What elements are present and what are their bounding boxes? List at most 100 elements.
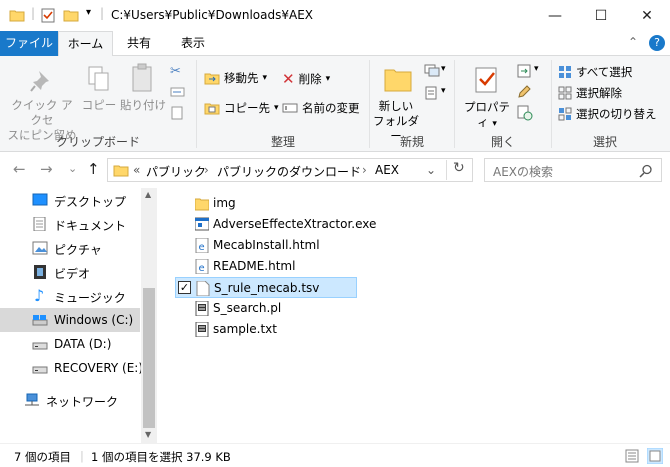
file-name: img	[213, 196, 236, 210]
delete-label: 削除	[298, 72, 322, 86]
drive-icon	[32, 342, 48, 350]
recent-locations-button[interactable]: ⌄	[68, 162, 77, 175]
copy-to-button[interactable]: コピー先 ▾	[204, 100, 279, 116]
scrollbar-thumb[interactable]	[143, 288, 155, 428]
properties-button[interactable]: プロパティ ▾	[459, 100, 515, 132]
easy-access-icon[interactable]	[424, 86, 440, 100]
rename-button[interactable]: 名前の変更	[282, 100, 360, 116]
history-icon[interactable]	[517, 105, 533, 121]
file-name: S_rule_mecab.tsv	[214, 281, 320, 295]
copy-to-label: コピー先	[224, 101, 270, 115]
navigation-bar: ← → ⌄ ↑ « パブリック › パブリックのダウンロード › AEX ⌄ ↻…	[0, 152, 670, 188]
copy-to-icon	[204, 103, 220, 115]
nav-item-desktop[interactable]: デスクトップ	[0, 188, 140, 212]
status-divider: |	[80, 449, 84, 463]
help-icon[interactable]: ?	[649, 35, 665, 51]
breadcrumb-aex[interactable]: AEX	[375, 163, 399, 177]
application-icon	[195, 217, 209, 231]
nav-item-pictures[interactable]: ピクチャ	[0, 236, 140, 260]
address-history-chevron-icon[interactable]: ⌄	[426, 163, 436, 177]
nav-pane-scrollbar[interactable]: ▲ ▼	[141, 188, 157, 443]
music-icon: ♪	[34, 286, 45, 305]
rename-icon	[282, 103, 298, 113]
copy-path-icon[interactable]	[170, 86, 186, 98]
list-item-img[interactable]: img	[175, 193, 357, 214]
new-item-icon[interactable]	[424, 64, 440, 78]
nav-item-windows-c[interactable]: Windows (C:)	[0, 308, 140, 332]
list-item-s-search-pl[interactable]: S_search.pl	[175, 298, 357, 319]
breadcrumb-separator[interactable]: ›	[204, 163, 209, 177]
open-icon[interactable]	[517, 64, 533, 78]
search-box[interactable]: AEXの検索	[484, 158, 662, 182]
back-button[interactable]: ←	[13, 160, 26, 178]
list-item-mecabinstall-html[interactable]: e MecabInstall.html	[175, 235, 357, 256]
breadcrumb-overflow[interactable]: «	[133, 163, 140, 177]
dropdown-arrow-icon[interactable]: ▾	[441, 86, 446, 96]
details-view-icon[interactable]	[625, 449, 639, 463]
dropdown-arrow-icon[interactable]: ▾	[534, 64, 539, 74]
breadcrumb-public[interactable]: パブリック	[146, 163, 206, 180]
list-item-sample-txt[interactable]: sample.txt	[175, 319, 357, 340]
group-label-new: 新規	[399, 135, 424, 149]
dropdown-arrow-icon: ▾	[492, 119, 497, 129]
refresh-button[interactable]: ↻	[446, 160, 465, 180]
group-label-clipboard: クリップボード	[55, 135, 140, 149]
search-input[interactable]: AEXの検索	[493, 163, 553, 180]
maximize-button[interactable]: ☐	[578, 0, 624, 31]
tab-share[interactable]: 共有	[116, 31, 162, 56]
address-bar[interactable]: « パブリック › パブリックのダウンロード › AEX ⌄ ↻	[107, 158, 473, 182]
item-checkbox[interactable]: ✓	[178, 281, 191, 294]
nav-item-label: ドキュメント	[54, 219, 127, 233]
status-bar: 7 個の項目 | 1 個の項目を選択 37.9 KB	[0, 443, 670, 467]
delete-button[interactable]: ✕ 削除 ▾	[282, 70, 330, 88]
nav-item-documents[interactable]: ドキュメント	[0, 212, 140, 236]
svg-text:e: e	[199, 242, 205, 253]
minimize-button[interactable]: —	[532, 0, 578, 31]
edit-icon[interactable]	[517, 85, 531, 99]
nav-item-data-d[interactable]: DATA (D:)	[0, 332, 140, 356]
pin-label-line1: クイック アクセ	[11, 98, 73, 127]
list-item-s-rule-mecab-tsv[interactable]: ✓ S_rule_mecab.tsv	[175, 277, 357, 298]
list-item-exe[interactable]: AdverseEffecteXtractor.exe	[175, 214, 376, 235]
paste-shortcut-icon[interactable]	[170, 106, 184, 120]
collapse-ribbon-icon[interactable]: ⌃	[628, 35, 638, 49]
properties-icon	[475, 67, 497, 93]
delete-icon: ✕	[282, 70, 295, 88]
rename-label: 名前の変更	[302, 101, 360, 115]
scroll-up-arrow-icon[interactable]: ▲	[145, 190, 151, 199]
properties-icon[interactable]	[41, 8, 55, 23]
html-file-icon: e	[195, 238, 209, 253]
select-none-button[interactable]: 選択解除	[558, 85, 622, 101]
move-to-icon	[204, 73, 220, 85]
list-item-readme-html[interactable]: e README.html	[175, 256, 357, 277]
cut-icon[interactable]: ✂	[170, 64, 181, 79]
select-all-label: すべて選択	[576, 65, 633, 79]
nav-item-music[interactable]: ♪ ミュージック	[0, 284, 140, 308]
invert-selection-button[interactable]: 選択の切り替え	[558, 106, 657, 122]
window-title: C:¥Users¥Public¥Downloads¥AEX	[111, 8, 313, 22]
paste-button[interactable]: 貼り付け	[118, 98, 168, 113]
up-button[interactable]: ↑	[87, 160, 100, 178]
file-icon	[196, 281, 210, 296]
tab-file[interactable]: ファイル	[0, 31, 58, 56]
nav-item-label: ピクチャ	[54, 243, 102, 257]
customize-toolbar-chevron-icon[interactable]: ▾	[86, 7, 91, 18]
breadcrumb-public-downloads[interactable]: パブリックのダウンロード	[217, 163, 361, 180]
select-all-button[interactable]: すべて選択	[558, 64, 632, 80]
breadcrumb-separator[interactable]: ›	[362, 163, 367, 177]
copy-button[interactable]: コピー	[80, 98, 118, 113]
tab-home[interactable]: ホーム	[58, 31, 113, 57]
large-icons-view-icon[interactable]	[647, 448, 663, 464]
nav-item-network[interactable]: ネットワーク	[0, 388, 140, 412]
tab-view[interactable]: 表示	[170, 31, 216, 56]
new-folder-icon	[384, 69, 412, 92]
close-button[interactable]: ✕	[624, 0, 670, 31]
nav-item-recovery-e[interactable]: RECOVERY (E:)	[0, 356, 143, 380]
dropdown-arrow-icon[interactable]: ▾	[441, 64, 446, 74]
new-folder-icon[interactable]	[63, 8, 79, 22]
svg-text:e: e	[199, 263, 205, 274]
scroll-down-arrow-icon[interactable]: ▼	[145, 430, 151, 439]
nav-item-videos[interactable]: ビデオ	[0, 260, 140, 284]
move-to-button[interactable]: 移動先 ▾	[204, 70, 267, 86]
forward-button[interactable]: →	[40, 160, 53, 178]
